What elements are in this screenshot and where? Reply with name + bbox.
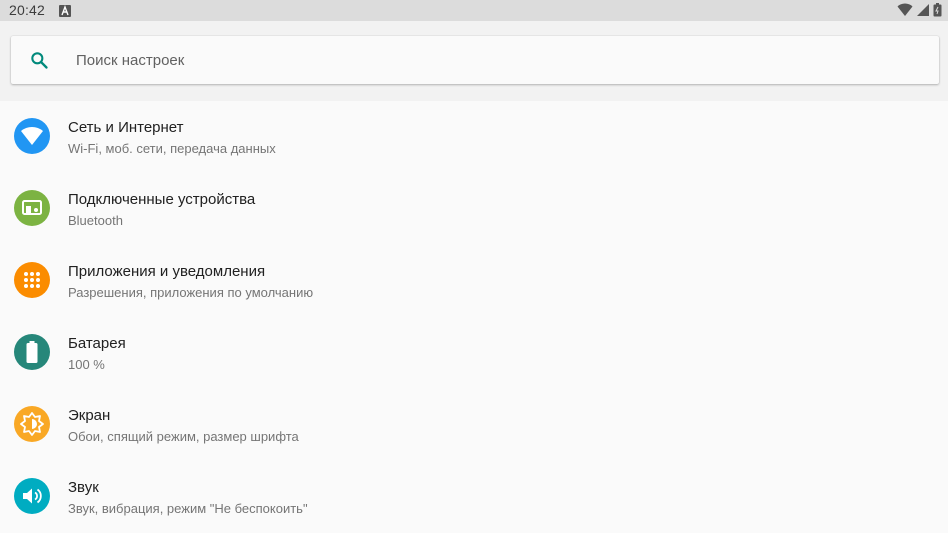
status-icons: [897, 3, 942, 22]
settings-item-display[interactable]: Экран Обои, спящий режим, размер шрифта: [0, 389, 948, 461]
settings-item-title: Сеть и Интернет: [68, 119, 184, 136]
volume-icon: [14, 478, 50, 514]
devices-icon: [14, 190, 50, 226]
wifi-icon: [897, 3, 913, 22]
settings-item-subtitle: Разрешения, приложения по умолчанию: [68, 285, 314, 300]
settings-item-battery[interactable]: Батарея 100 %: [0, 317, 948, 389]
search-placeholder: Поиск настроек: [76, 52, 185, 69]
settings-item-subtitle: Звук, вибрация, режим "Не беспокоить": [68, 501, 308, 516]
notification-a-icon: [59, 4, 71, 22]
settings-list: Сеть и Интернет Wi-Fi, моб. сети, переда…: [0, 101, 948, 533]
battery-icon: [14, 334, 50, 370]
wifi-icon: [14, 118, 50, 154]
battery-icon: [933, 3, 942, 22]
settings-item-network[interactable]: Сеть и Интернет Wi-Fi, моб. сети, переда…: [0, 101, 948, 173]
search-area: Поиск настроек: [0, 21, 948, 101]
settings-item-subtitle: Bluetooth: [68, 213, 123, 228]
status-bar: 20:42: [0, 0, 948, 21]
apps-icon: [14, 262, 50, 298]
settings-item-subtitle: Обои, спящий режим, размер шрифта: [68, 429, 299, 444]
settings-item-subtitle: 100 %: [68, 357, 105, 372]
status-time: 20:42: [9, 2, 46, 18]
settings-item-devices[interactable]: Подключенные устройства Bluetooth: [0, 173, 948, 245]
brightness-icon: [14, 406, 50, 442]
settings-item-title: Батарея: [68, 335, 126, 352]
search-input[interactable]: Поиск настроек: [11, 36, 939, 84]
settings-item-subtitle: Wi-Fi, моб. сети, передача данных: [68, 141, 276, 156]
settings-item-title: Экран: [68, 407, 111, 424]
settings-item-title: Приложения и уведомления: [68, 263, 266, 280]
settings-item-sound[interactable]: Звук Звук, вибрация, режим "Не беспокоит…: [0, 461, 948, 533]
signal-icon: [916, 3, 930, 22]
settings-item-apps[interactable]: Приложения и уведомления Разрешения, при…: [0, 245, 948, 317]
search-icon[interactable]: [29, 50, 49, 75]
settings-item-title: Звук: [68, 479, 99, 496]
settings-item-title: Подключенные устройства: [68, 191, 256, 208]
